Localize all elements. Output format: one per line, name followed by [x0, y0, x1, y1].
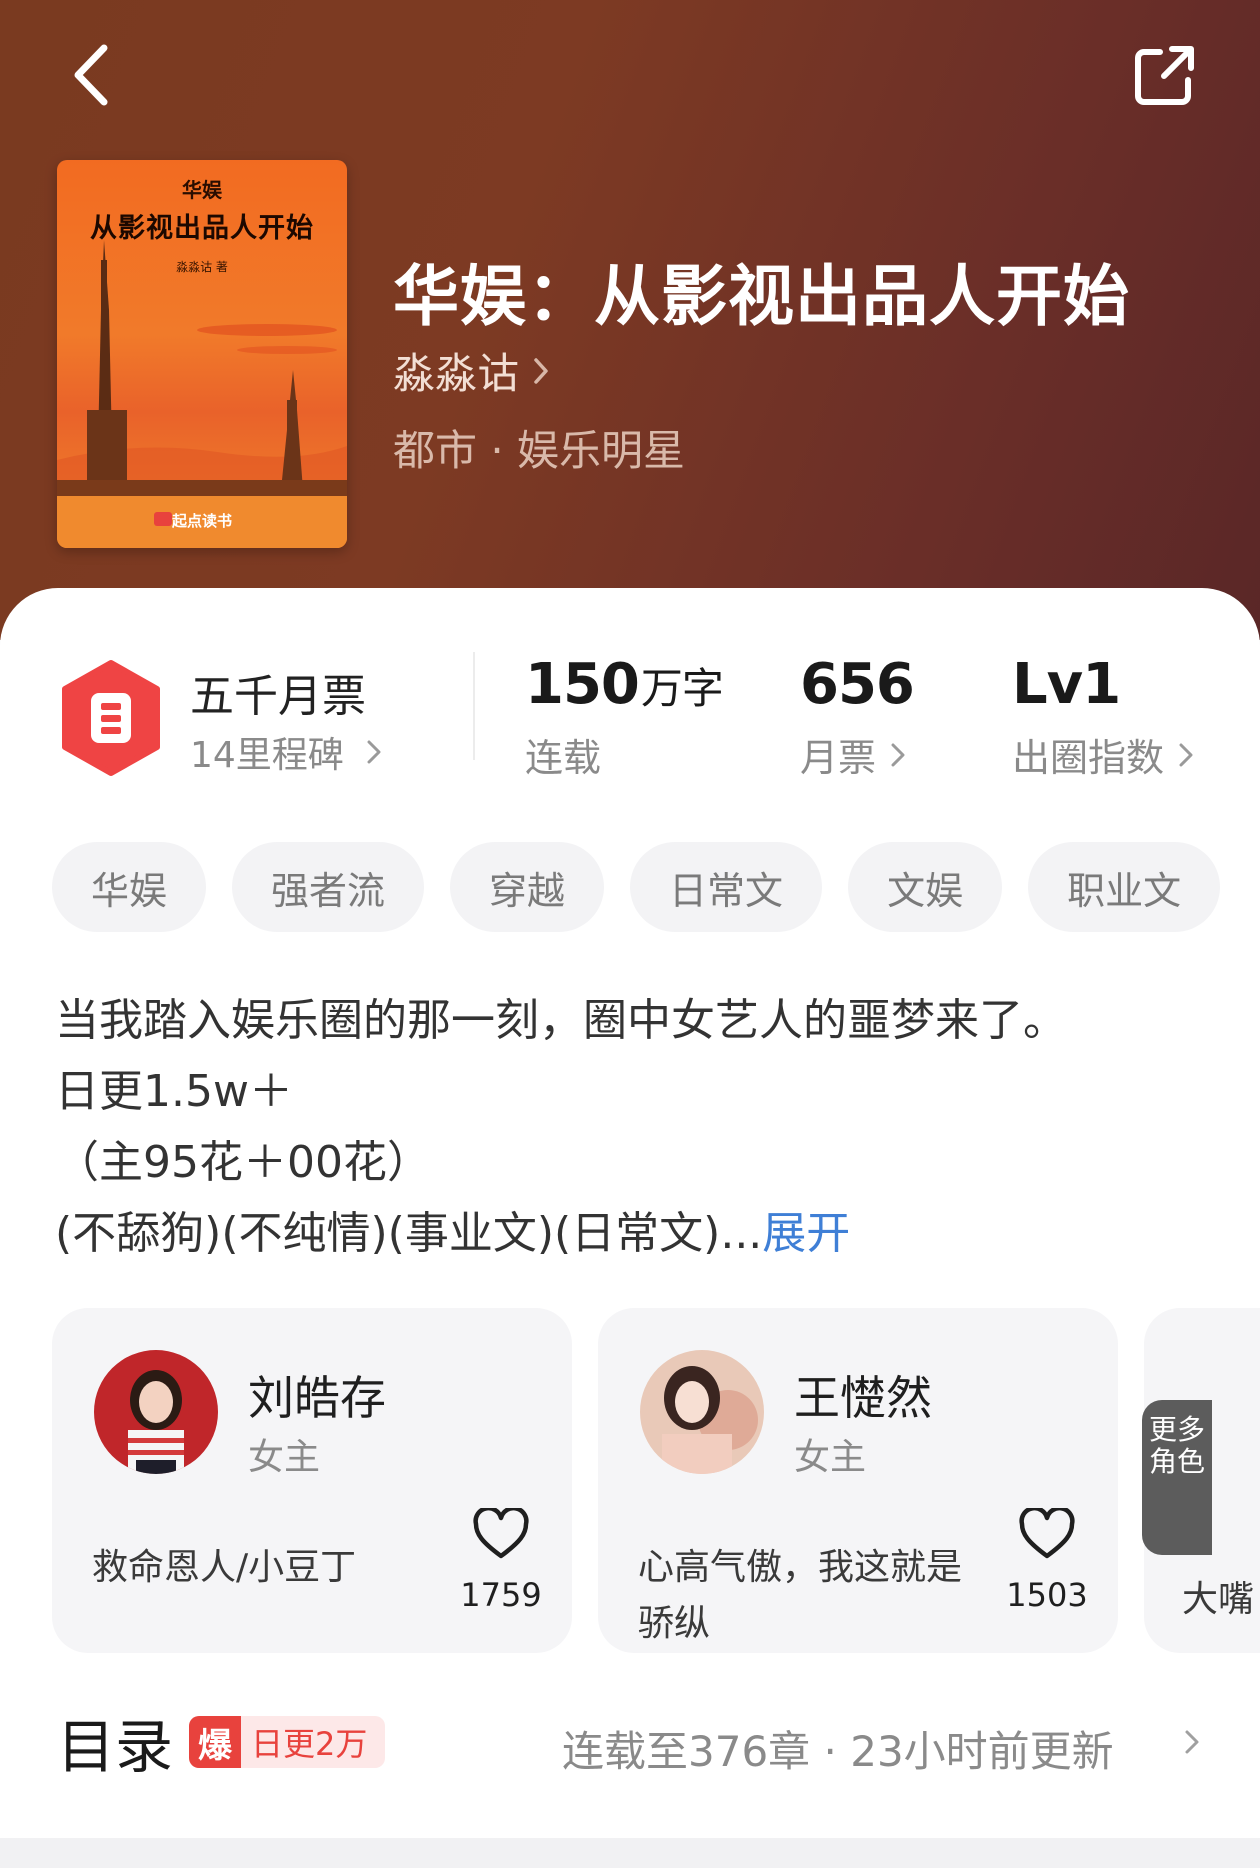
monthly-ticket-title[interactable]: 五千月票: [190, 660, 366, 724]
like-count: 1759: [460, 1576, 542, 1614]
character-role: 女主: [248, 1437, 321, 1478]
monthly-tickets-value: 656: [800, 652, 915, 717]
chevron-right-icon[interactable]: [1184, 1728, 1200, 1756]
author-link[interactable]: 淼淼诂: [393, 340, 551, 401]
avatar-illustration: [94, 1350, 218, 1474]
heart-icon[interactable]: [1018, 1508, 1076, 1560]
description-line: 日更1.5w＋: [55, 1066, 293, 1117]
monthly-tickets-label: 月票: [800, 736, 877, 780]
chevron-right-icon: [891, 743, 905, 766]
tag-chip[interactable]: 文娱: [848, 842, 1003, 932]
character-card[interactable]: 刘皓存 女主 救命恩人/小豆丁 1759: [52, 1308, 572, 1653]
share-icon[interactable]: [1130, 40, 1200, 110]
description-line: (不舔狗)(不纯情)(事业文)(日常文)...: [55, 1208, 763, 1259]
chevron-right-icon: [1179, 743, 1193, 766]
word-count-value: 150: [525, 652, 640, 717]
milestones-label: 14里程碑: [190, 735, 344, 776]
character-desc-peek: 大嘴: [1182, 1579, 1255, 1620]
catalog-status[interactable]: 连载至376章 · 23小时前更新: [562, 1718, 1114, 1779]
tag-chip[interactable]: 穿越: [450, 842, 605, 932]
description-line: （主95花＋00花）: [55, 1137, 431, 1188]
character-name: 刘皓存: [248, 1371, 386, 1425]
character-avatar: [640, 1350, 764, 1474]
popularity-index-label: 出圈指数: [1012, 736, 1165, 780]
monthly-tickets-stat[interactable]: 656 月票: [800, 652, 915, 782]
description-line: 当我踏入娱乐圈的那一刻，圈中女艺人的噩梦来了。: [55, 995, 1067, 1046]
chevron-right-icon: [367, 740, 381, 764]
character-desc: 心高气傲，我这就是骄纵: [638, 1547, 963, 1644]
tag-chip[interactable]: 华娱: [52, 842, 207, 932]
expand-button[interactable]: 展开: [762, 1208, 850, 1259]
monthly-ticket-hexagon-icon[interactable]: [57, 659, 165, 777]
book-genre: 都市 · 娱乐明星: [393, 426, 686, 475]
hot-icon: 爆: [189, 1716, 242, 1768]
book-title: 华娱：从影视出品人开始: [393, 257, 1130, 335]
word-count-stat: 150万字 连载: [525, 652, 724, 782]
word-count-unit: 万字: [640, 664, 724, 713]
bottom-divider: [0, 1838, 1260, 1868]
character-name: 王憷然: [794, 1371, 932, 1425]
book-header: 华娱 从影视出品人开始 淼淼诂 著 起点读书 华娱：从影视出品人开始 淼淼诂 都…: [0, 0, 1260, 640]
popularity-index-stat[interactable]: Lv1 出圈指数: [1012, 652, 1194, 782]
catalog-header[interactable]: 目录 爆 日更2万: [57, 1700, 386, 1784]
chevron-right-icon: [534, 357, 548, 384]
like-count: 1503: [1006, 1576, 1088, 1614]
character-card[interactable]: 王憷然 女主 心高气傲，我这就是骄纵 1503: [598, 1308, 1118, 1653]
cover-subtitle: 华娱: [182, 178, 222, 202]
update-rate: 日更2万: [251, 1725, 368, 1763]
character-role: 女主: [794, 1437, 867, 1478]
book-description: 当我踏入娱乐圈的那一刻，圈中女艺人的噩梦来了。 日更1.5w＋ （主95花＋00…: [55, 985, 1225, 1269]
cover-author: 淼淼诂 著: [176, 260, 228, 274]
tag-chip[interactable]: 强者流: [232, 842, 425, 932]
tag-list: 华娱 强者流 穿越 日常文 文娱 职业文: [52, 842, 1221, 932]
character-desc: 救命恩人/小豆丁: [92, 1547, 357, 1588]
catalog-title: 目录: [57, 1713, 174, 1781]
character-avatar: [94, 1350, 218, 1474]
back-icon[interactable]: [62, 40, 122, 110]
popularity-level-value: Lv1: [1012, 652, 1121, 717]
update-badge: 爆 日更2万: [189, 1716, 386, 1768]
stats-divider: [473, 652, 475, 760]
author-name: 淼淼诂: [393, 349, 520, 398]
book-cover[interactable]: 华娱 从影视出品人开始 淼淼诂 著 起点读书: [57, 160, 347, 548]
tag-chip[interactable]: 职业文: [1028, 842, 1221, 932]
cover-brand: 起点读书: [171, 512, 232, 530]
serial-status-label: 连载: [525, 736, 602, 780]
character-carousel[interactable]: 刘皓存 女主 救命恩人/小豆丁 1759 王憷然 女主 心高气傲，我这就是骄纵 …: [52, 1308, 1260, 1653]
more-roles-button[interactable]: 更多角色: [1142, 1400, 1212, 1555]
avatar-illustration: [640, 1350, 764, 1474]
cover-title: 从影视出品人开始: [90, 213, 314, 244]
heart-icon[interactable]: [472, 1508, 530, 1560]
tag-chip[interactable]: 日常文: [630, 842, 823, 932]
milestones-link[interactable]: 14里程碑: [190, 726, 382, 778]
